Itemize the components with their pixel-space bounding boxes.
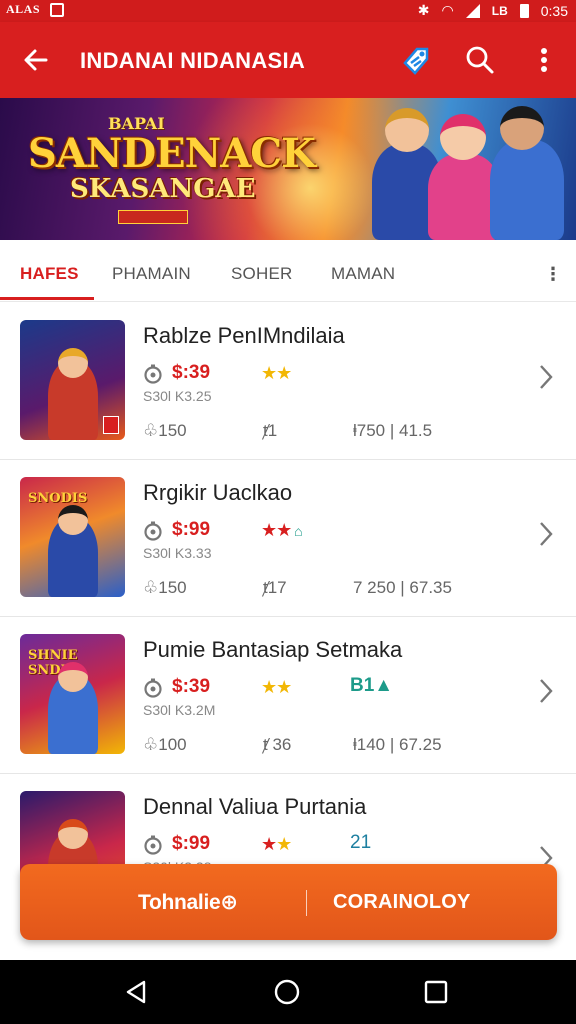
- banner-character-3-head: [500, 106, 544, 150]
- clock: 0:35: [540, 2, 568, 19]
- rating-stars: ★★: [261, 677, 292, 697]
- stat-rank: ⱦ17: [263, 578, 287, 597]
- thumbnail-title: SNODIS: [28, 491, 88, 506]
- game-subprice: S30l K3.25: [143, 388, 212, 404]
- stat-score: ⱡ140 | 67.25: [353, 735, 442, 754]
- signal-icon: [465, 3, 480, 18]
- chevron-right-icon[interactable]: [536, 363, 556, 391]
- game-list: Rablze PenIMndilaia $:39 ★★ S30l K3.25 ♧…: [0, 303, 576, 931]
- page-title: INDANAI NIDANASIA: [80, 48, 306, 73]
- game-title: Dennal Valiua Purtania: [143, 794, 367, 819]
- coin-icon: [144, 364, 162, 384]
- list-item[interactable]: SHNIE SNDIA Pumie Bantasiap Setmaka $:39…: [0, 617, 576, 774]
- banner-character-3: [490, 140, 564, 240]
- stat-score: 7 250 | 67.35: [353, 578, 452, 597]
- recents-square-icon[interactable]: [422, 978, 450, 1006]
- banner-logo-main: SANDENACK: [28, 130, 316, 177]
- game-title: Rrgikir Uaclkao: [143, 480, 293, 505]
- cta-secondary-label[interactable]: CORAINOLOY: [333, 891, 471, 914]
- game-subprice: S30l K3.33: [143, 545, 212, 561]
- system-nav-bar: [0, 960, 576, 1024]
- rating-stars: ★★: [261, 363, 292, 383]
- game-title: Rablze PenIMndilaia: [143, 323, 345, 348]
- more-button[interactable]: [526, 42, 562, 78]
- tab-phamain[interactable]: PHAMAIN: [112, 264, 191, 284]
- stat-likes: ♧150: [143, 578, 187, 597]
- banner-character-1-head: [385, 108, 429, 152]
- tabs-overflow-icon[interactable]: ⋮: [544, 264, 562, 285]
- trend-metric: 21: [350, 832, 372, 853]
- game-title: Pumie Bantasiap Setmaka: [143, 637, 403, 662]
- stat-likes: ♧150: [143, 421, 187, 440]
- stat-likes: ♧100: [143, 735, 187, 754]
- rating-stars: ★★ ⌂: [261, 520, 303, 540]
- stat-score: ⱡ750 | 41.5: [353, 421, 433, 440]
- stat-rank: ⱦ 36: [263, 735, 292, 754]
- home-circle-icon[interactable]: [273, 978, 301, 1006]
- cta-button[interactable]: Tohnalie⊕ CORAINOLOY: [20, 864, 557, 940]
- tab-indicator: [0, 297, 94, 300]
- game-price: $:39: [172, 676, 211, 697]
- arrow-left-icon[interactable]: [20, 44, 52, 76]
- rating-stars: ★★: [261, 834, 292, 854]
- stat-rank: ⱦ1: [263, 421, 278, 440]
- chevron-right-icon[interactable]: [536, 677, 556, 705]
- list-item[interactable]: SNODIS Rrgikir Uaclkao $:99 ★★ ⌂ S30l K3…: [0, 460, 576, 617]
- coin-icon: [144, 678, 162, 698]
- bluetooth-icon: ✱: [417, 2, 430, 18]
- tag-icon: [403, 47, 429, 75]
- banner-logo-sub: SKASANGAE: [70, 174, 256, 204]
- tab-hafes[interactable]: HAFES: [20, 264, 79, 284]
- app-bar: INDANAI NIDANASIA: [0, 22, 576, 98]
- more-vertical-icon: [541, 48, 547, 72]
- cta-primary-label[interactable]: Tohnalie⊕: [138, 890, 238, 915]
- search-button[interactable]: [462, 42, 498, 78]
- coin-icon: [144, 521, 162, 541]
- network-indicator: LB: [491, 3, 508, 18]
- game-thumbnail: SNODIS: [20, 477, 125, 597]
- game-thumbnail: [20, 320, 125, 440]
- screen: ALAS ✱ ◠ LB 0:35 INDANAI NIDANASIA BAPAI…: [0, 0, 576, 1024]
- tab-bar: HAFES PHAMAIN SOHER MAMAN ⋮: [0, 240, 576, 302]
- search-icon: [466, 46, 494, 74]
- tab-maman[interactable]: MAMAN: [331, 264, 395, 284]
- banner-ribbon: [118, 210, 188, 224]
- tab-soher[interactable]: SOHER: [231, 264, 292, 284]
- game-thumbnail: SHNIE SNDIA: [20, 634, 125, 754]
- notification-icon: [50, 2, 65, 17]
- wifi-icon: ◠: [441, 2, 454, 18]
- thumbnail-badge: [103, 416, 119, 434]
- trend-metric: B1▲: [350, 675, 394, 696]
- game-price: $:99: [172, 519, 211, 540]
- carrier-label: ALAS: [6, 2, 41, 16]
- chevron-right-icon[interactable]: [536, 520, 556, 548]
- coin-icon: [144, 835, 162, 855]
- banner-character-2-head: [440, 114, 486, 160]
- battery-icon: [519, 3, 529, 18]
- promo-banner[interactable]: BAPAI SANDENACK SKASANGAE: [0, 98, 576, 240]
- banner-logo: BAPAI SANDENACK SKASANGAE: [28, 112, 316, 224]
- game-subprice: S30l K3.2M: [143, 702, 216, 718]
- game-price: $:39: [172, 362, 211, 383]
- game-price: $:99: [172, 833, 211, 854]
- status-bar: ALAS ✱ ◠ LB 0:35: [0, 0, 576, 22]
- cta-divider: [306, 890, 307, 916]
- list-item[interactable]: Rablze PenIMndilaia $:39 ★★ S30l K3.25 ♧…: [0, 303, 576, 460]
- back-triangle-icon[interactable]: [122, 978, 150, 1006]
- tag-button[interactable]: [398, 42, 434, 78]
